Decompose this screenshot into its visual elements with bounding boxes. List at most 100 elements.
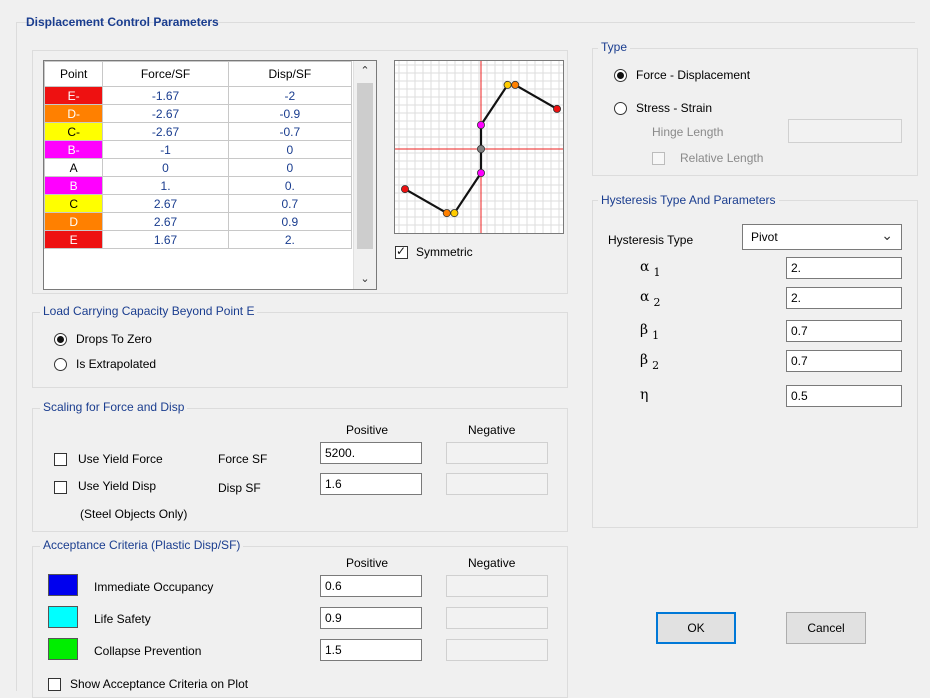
disp-cell[interactable]: -0.7 — [227, 122, 353, 141]
relative-length-label: Relative Length — [680, 151, 764, 165]
force-cell[interactable]: -2.67 — [102, 122, 229, 141]
symmetric-checkbox[interactable] — [395, 244, 408, 259]
col-header-disp: Disp/SF — [227, 61, 353, 87]
disp-cell[interactable]: 0 — [227, 140, 353, 159]
force-cell[interactable]: -1.67 — [102, 86, 229, 105]
hinge-length-label: Hinge Length — [652, 125, 724, 139]
dialog-title: Displacement Control Parameters — [26, 15, 219, 29]
hysteresis-type-select[interactable]: Pivot ⌄ — [742, 224, 902, 250]
force-cell[interactable]: 2.67 — [102, 212, 229, 231]
use-yield-force-checkbox[interactable] — [54, 453, 67, 466]
acceptance-positive-header: Positive — [346, 556, 389, 570]
cancel-button[interactable]: Cancel — [786, 612, 866, 644]
acceptance-negative-header: Negative — [468, 556, 516, 570]
stress-strain-radio[interactable] — [614, 102, 627, 115]
disp-cell[interactable]: 0 — [227, 158, 353, 177]
use-yield-disp-checkbox[interactable] — [54, 481, 67, 494]
show-acceptance-label: Show Acceptance Criteria on Plot — [70, 677, 249, 691]
use-yield-disp-label: Use Yield Disp — [78, 479, 157, 493]
drops-to-zero-label: Drops To Zero — [76, 332, 152, 346]
table-row[interactable]: B- -1 0 — [44, 140, 353, 159]
point-cell: C — [44, 194, 104, 213]
param-symbol: β — [640, 322, 649, 338]
ok-button[interactable]: OK — [656, 612, 736, 644]
disp-sf-negative-input — [446, 473, 548, 495]
io-negative-input — [446, 575, 548, 597]
symmetric-label: Symmetric — [416, 245, 473, 259]
ls-positive-input[interactable] — [320, 607, 422, 629]
hysteresis-param-input[interactable] — [786, 257, 902, 279]
force-cell[interactable]: 1. — [102, 176, 229, 195]
hysteresis-type-value: Pivot — [751, 230, 778, 244]
force-displacement-radio[interactable] — [614, 69, 627, 82]
hysteresis-legend: Hysteresis Type And Parameters — [598, 193, 779, 207]
is-extrapolated-label: Is Extrapolated — [76, 357, 157, 371]
force-sf-label: Force SF — [218, 452, 268, 466]
backbone-point — [477, 121, 486, 130]
disp-cell[interactable]: -0.9 — [227, 104, 353, 123]
table-row[interactable]: E 1.67 2. — [44, 230, 353, 249]
point-cell: D- — [44, 104, 104, 123]
is-extrapolated-radio[interactable] — [54, 358, 67, 371]
hysteresis-param-symbol: α2 — [640, 289, 660, 309]
force-cell[interactable]: 0 — [102, 158, 229, 177]
point-cell: D — [44, 212, 104, 231]
disp-cell[interactable]: 0.9 — [227, 212, 353, 231]
ls-label: Life Safety — [94, 612, 151, 626]
disp-sf-positive-input[interactable] — [320, 473, 422, 495]
disp-cell[interactable]: 0. — [227, 176, 353, 195]
io-positive-input[interactable] — [320, 575, 422, 597]
backbone-plot — [394, 60, 564, 234]
force-cell[interactable]: 1.67 — [102, 230, 229, 249]
force-sf-positive-input[interactable] — [320, 442, 422, 464]
type-legend: Type — [598, 40, 631, 54]
table-row[interactable]: A00 — [44, 158, 353, 177]
param-symbol: β — [640, 352, 649, 368]
backbone-point — [477, 169, 486, 178]
load-capacity-group — [32, 312, 568, 388]
point-cell: A — [44, 158, 104, 177]
io-label: Immediate Occupancy — [94, 580, 214, 594]
io-color-swatch[interactable] — [48, 574, 78, 596]
point-cell: C- — [44, 122, 104, 141]
ls-negative-input — [446, 607, 548, 629]
cp-positive-input[interactable] — [320, 639, 422, 661]
hysteresis-param-input[interactable] — [786, 320, 902, 342]
scroll-down-icon[interactable]: ⌄ — [354, 269, 376, 289]
relative-length-checkbox — [652, 152, 665, 165]
force-cell[interactable]: 2.67 — [102, 194, 229, 213]
table-row[interactable]: D- -2.67 -0.9 — [44, 104, 353, 123]
disp-cell[interactable]: 2. — [227, 230, 353, 249]
table-row[interactable]: B 1. 0. — [44, 176, 353, 195]
backbone-point — [477, 145, 486, 154]
cp-color-swatch[interactable] — [48, 638, 78, 660]
hysteresis-param-symbol: η — [640, 387, 652, 403]
disp-cell[interactable]: 0.7 — [227, 194, 353, 213]
show-acceptance-checkbox[interactable] — [48, 678, 61, 691]
table-row[interactable]: C 2.67 0.7 — [44, 194, 353, 213]
scroll-thumb[interactable] — [357, 83, 373, 249]
steel-objects-note: (Steel Objects Only) — [80, 507, 188, 521]
drops-to-zero-radio[interactable] — [54, 333, 67, 346]
table-row[interactable]: D 2.67 0.9 — [44, 212, 353, 231]
points-table: Point Force/SF Disp/SF E- -1.67 -2 D- -2.67-… — [44, 61, 353, 249]
disp-cell[interactable]: -2 — [227, 86, 353, 105]
hysteresis-param-input[interactable] — [786, 287, 902, 309]
use-yield-force-label: Use Yield Force — [78, 452, 163, 466]
scaling-positive-header: Positive — [346, 423, 389, 437]
force-cell[interactable]: -1 — [102, 140, 229, 159]
points-table-container: Point Force/SF Disp/SF E- -1.67 -2 D- -2.67-… — [43, 60, 377, 290]
hysteresis-param-input[interactable] — [786, 350, 902, 372]
force-cell[interactable]: -2.67 — [102, 104, 229, 123]
point-cell: E- — [44, 86, 104, 105]
hysteresis-param-input[interactable] — [786, 385, 902, 407]
table-scrollbar[interactable]: ⌃ ⌄ — [353, 61, 376, 289]
param-subscript: 2 — [653, 296, 661, 309]
table-row[interactable]: E- -1.67 -2 — [44, 86, 353, 105]
stress-strain-label: Stress - Strain — [636, 101, 713, 115]
ls-color-swatch[interactable] — [48, 606, 78, 628]
backbone-point — [552, 104, 561, 113]
disp-sf-label: Disp SF — [218, 481, 261, 495]
table-row[interactable]: C- -2.67 -0.7 — [44, 122, 353, 141]
scroll-up-icon[interactable]: ⌃ — [354, 61, 376, 81]
